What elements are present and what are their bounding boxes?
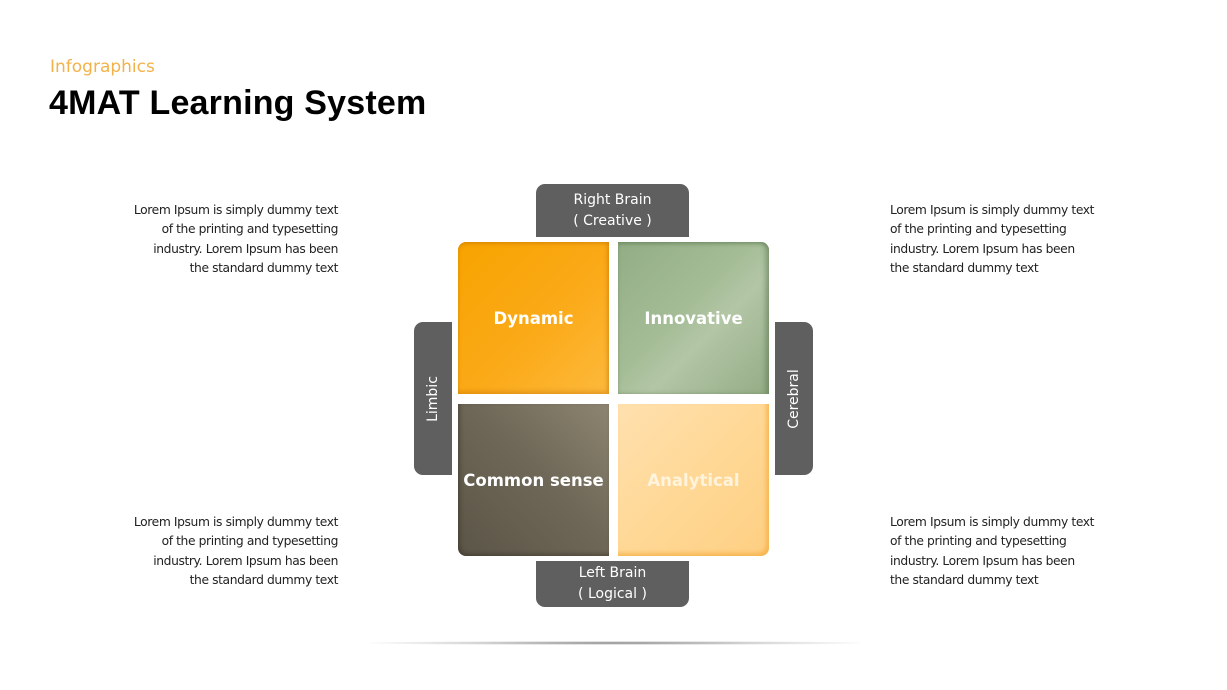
description-line: industry. Lorem Ipsum has been: [890, 241, 1075, 256]
tab-left-brain-title: Left Brain: [578, 565, 647, 581]
tab-right-brain-subtitle: ( Creative ): [573, 212, 652, 229]
slide-title: 4MAT Learning System: [49, 84, 427, 122]
description-line: the standard dummy text: [189, 572, 339, 587]
description-line: of the printing and typesetting: [161, 534, 339, 549]
description-line: the standard dummy text: [890, 260, 1039, 275]
description-bottom-left: Lorem Ipsum is simply dummy text of the …: [128, 513, 338, 590]
description-line: Lorem Ipsum is simply dummy text: [133, 515, 338, 529]
tab-left-brain: Left Brain ( Logical ): [536, 561, 689, 607]
quadrant-common-sense: Common sense: [458, 404, 609, 556]
ground-shadow: [370, 641, 860, 645]
slide-subtitle: Infographics: [50, 57, 155, 77]
description-top-left: Lorem Ipsum is simply dummy text of the …: [128, 201, 338, 278]
description-line: Lorem Ipsum is simply dummy text: [890, 515, 1095, 529]
description-line: Lorem Ipsum is simply dummy text: [133, 203, 338, 217]
tab-cerebral-label: Cerebral: [786, 368, 802, 429]
tab-limbic: Limbic: [414, 322, 452, 475]
description-bottom-right: Lorem Ipsum is simply dummy text of the …: [890, 513, 1100, 590]
description-top-right: Lorem Ipsum is simply dummy text of the …: [890, 201, 1100, 278]
description-line: the standard dummy text: [189, 260, 339, 275]
description-line: of the printing and typesetting: [890, 534, 1067, 549]
quadrant-label: Innovative: [644, 308, 743, 328]
quadrant-dynamic: Dynamic: [458, 242, 609, 394]
description-line: industry. Lorem Ipsum has been: [890, 553, 1075, 568]
quadrant-innovative: Innovative: [618, 242, 769, 394]
tab-limbic-label: Limbic: [425, 375, 441, 422]
quadrant-label: Analytical: [647, 470, 740, 490]
description-line: industry. Lorem Ipsum has been: [153, 553, 338, 568]
tab-right-brain: Right Brain ( Creative ): [536, 184, 689, 237]
tab-cerebral: Cerebral: [775, 322, 813, 475]
description-line: of the printing and typesetting: [161, 222, 339, 237]
quadrant-analytical: Analytical: [618, 404, 769, 556]
description-line: industry. Lorem Ipsum has been: [153, 241, 338, 256]
description-line: of the printing and typesetting: [890, 222, 1067, 237]
description-line: the standard dummy text: [890, 572, 1039, 587]
quadrant-label: Dynamic: [493, 308, 574, 328]
tab-right-brain-title: Right Brain: [573, 191, 652, 208]
description-line: Lorem Ipsum is simply dummy text: [890, 203, 1095, 217]
tab-left-brain-subtitle: ( Logical ): [578, 586, 647, 602]
quadrant-label: Common sense: [463, 470, 604, 490]
